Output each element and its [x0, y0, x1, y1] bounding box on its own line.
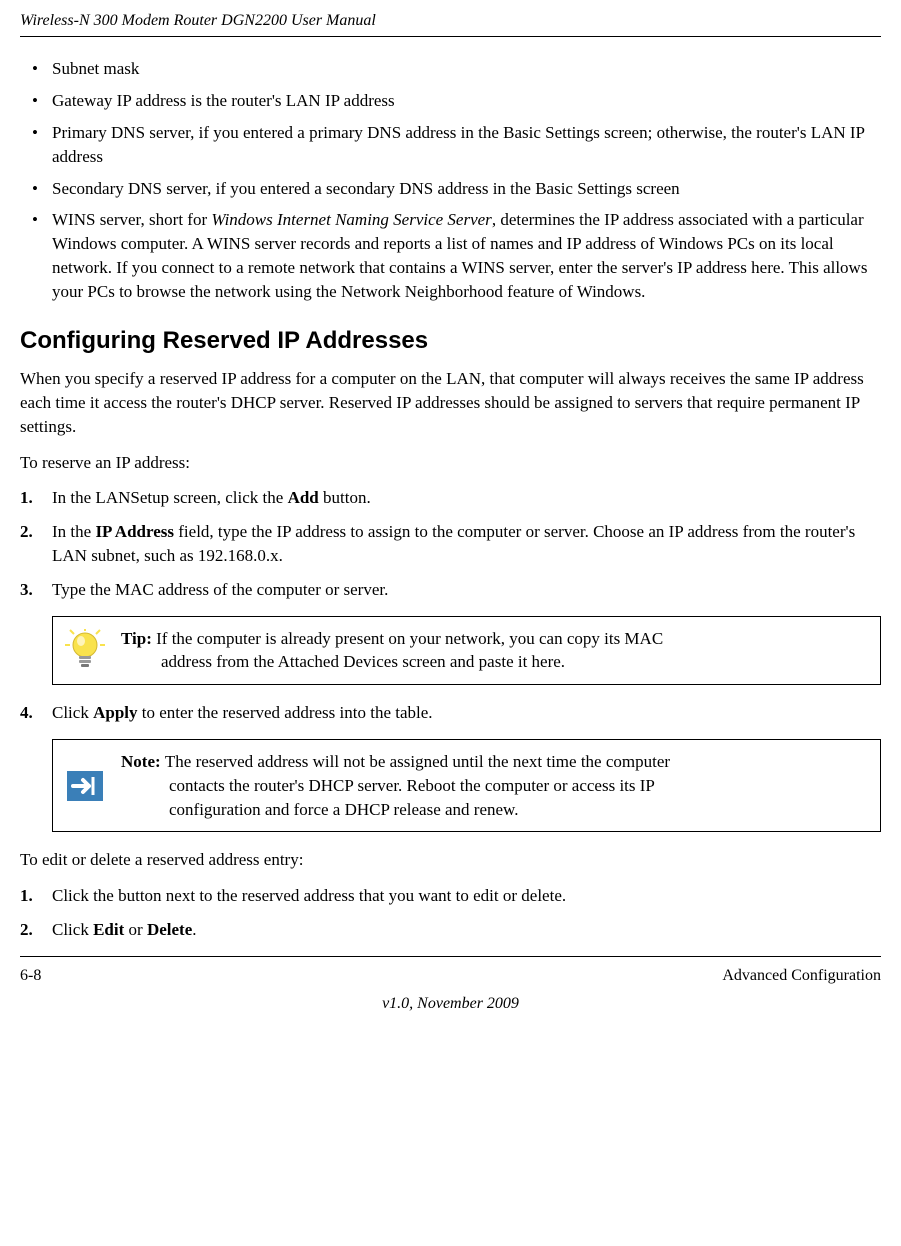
section-heading: Configuring Reserved IP Addresses	[20, 324, 881, 358]
ui-label: Delete	[147, 920, 192, 939]
procedure-lead: To edit or delete a reserved address ent…	[20, 848, 881, 872]
ui-label: Add	[288, 488, 319, 507]
ui-label: Edit	[93, 920, 124, 939]
section-intro: When you specify a reserved IP address f…	[20, 367, 881, 438]
page-number: 6-8	[20, 965, 41, 987]
text: Click	[52, 920, 93, 939]
step-item: Click Edit or Delete.	[20, 918, 881, 942]
step-item: Type the MAC address of the computer or …	[20, 578, 881, 602]
step-item: Click Apply to enter the reserved addres…	[20, 701, 881, 725]
note-callout: Note: The reserved address will not be a…	[52, 739, 881, 832]
list-item: Subnet mask	[20, 57, 881, 81]
procedure-lead: To reserve an IP address:	[20, 451, 881, 475]
step-item: Click the button next to the reserved ad…	[20, 884, 881, 908]
note-body: Note: The reserved address will not be a…	[121, 750, 870, 821]
list-item: Secondary DNS server, if you entered a s…	[20, 177, 881, 201]
text: In the	[52, 522, 95, 541]
list-item: Primary DNS server, if you entered a pri…	[20, 121, 881, 169]
footer: 6-8 Advanced Configuration	[20, 965, 881, 987]
procedure-steps: In the LANSetup screen, click the Add bu…	[20, 486, 881, 601]
header-rule	[20, 36, 881, 37]
list-item: WINS server, short for Windows Internet …	[20, 208, 881, 303]
text: or	[124, 920, 147, 939]
tip-text-cont: address from the Attached Devices screen…	[121, 650, 870, 674]
text: .	[192, 920, 196, 939]
text: WINS server, short for	[52, 210, 211, 229]
note-text-cont: contacts the router's DHCP server. Reboo…	[121, 774, 870, 798]
procedure-steps-edit: Click the button next to the reserved ad…	[20, 884, 881, 942]
ui-label: Apply	[93, 703, 137, 722]
text: button.	[319, 488, 371, 507]
step-item: In the IP Address field, type the IP add…	[20, 520, 881, 568]
procedure-steps-cont: Click Apply to enter the reserved addres…	[20, 701, 881, 725]
arrow-note-icon	[63, 769, 107, 803]
note-text: The reserved address will not be assigne…	[165, 752, 670, 771]
text: to enter the reserved address into the t…	[138, 703, 433, 722]
note-label: Note:	[121, 752, 165, 771]
parameter-list: Subnet mask Gateway IP address is the ro…	[20, 57, 881, 303]
italic-term: Windows Internet Naming Service Server	[211, 210, 491, 229]
footer-rule	[20, 956, 881, 957]
tip-body: Tip: If the computer is already present …	[121, 627, 870, 675]
text: Click	[52, 703, 93, 722]
lightbulb-icon	[63, 629, 107, 671]
tip-label: Tip:	[121, 629, 156, 648]
note-text-cont: configuration and force a DHCP release a…	[121, 798, 870, 822]
list-item: Gateway IP address is the router's LAN I…	[20, 89, 881, 113]
section-name: Advanced Configuration	[722, 965, 881, 987]
text: In the LANSetup screen, click the	[52, 488, 288, 507]
tip-callout: Tip: If the computer is already present …	[52, 616, 881, 686]
tip-text: If the computer is already present on yo…	[156, 629, 663, 648]
version-line: v1.0, November 2009	[20, 993, 881, 1015]
ui-label: IP Address	[95, 522, 174, 541]
step-item: In the LANSetup screen, click the Add bu…	[20, 486, 881, 510]
document-header: Wireless-N 300 Modem Router DGN2200 User…	[20, 10, 881, 32]
